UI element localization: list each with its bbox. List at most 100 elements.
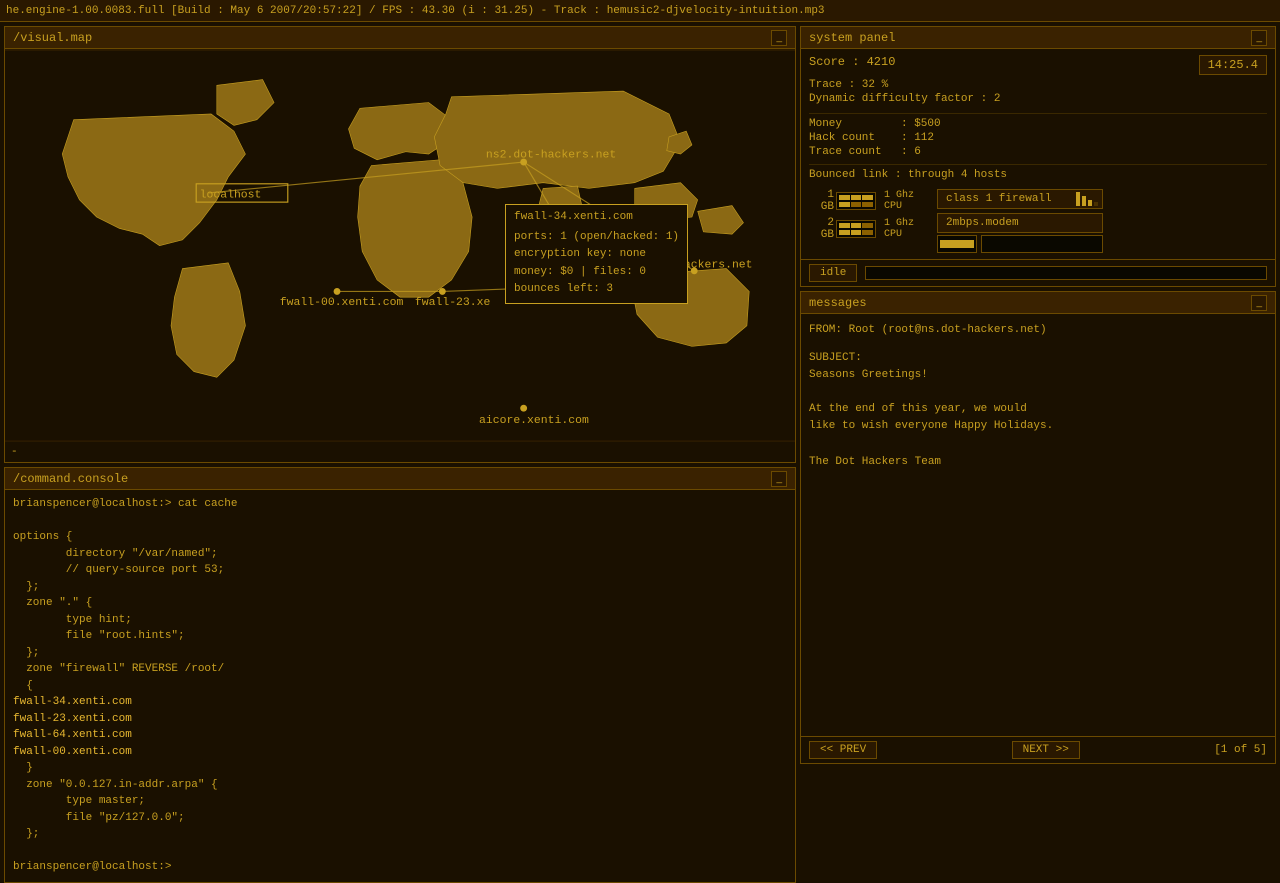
- hardware-section: 1GB: [809, 189, 1267, 253]
- hw-unit-2: 2GB: [809, 217, 929, 241]
- aicore-label: aicore.xenti.com: [479, 414, 589, 427]
- score-time-row: Score : 4210 14:25.4: [809, 55, 1267, 75]
- console-line-1: brianspencer@localhost:> cat cache: [13, 496, 787, 513]
- trace-row: Trace : 32 %: [809, 79, 1267, 91]
- console-line-fwall00[interactable]: fwall-00.xenti.com: [13, 744, 787, 761]
- time-display: 14:25.4: [1199, 55, 1267, 75]
- left-column: /visual.map _: [0, 22, 800, 768]
- visual-map-title: /visual.map: [13, 31, 92, 45]
- difficulty-row: Dynamic difficulty factor : 2: [809, 93, 1267, 105]
- modem-display-left: [937, 235, 977, 253]
- console-line-fwall23[interactable]: fwall-23.xenti.com: [13, 711, 787, 728]
- trace-count-label: Trace count: [809, 146, 889, 158]
- tooltip-encryption: encryption key: none: [514, 246, 679, 264]
- bounced-label: Bounced link : through 4 hosts: [809, 169, 1007, 181]
- trace-label: Trace : 32 %: [809, 79, 929, 91]
- ns2-label: ns2.dot-hackers.net: [486, 148, 616, 161]
- modem-section: 2mbps.modem: [937, 213, 1103, 253]
- messages-title: messages: [809, 296, 867, 310]
- system-panel-titlebar: system panel _: [801, 27, 1275, 49]
- hardware-left: 1GB: [809, 189, 929, 241]
- console-titlebar: /command.console _: [5, 468, 795, 490]
- hack-count-value: : 112: [901, 132, 934, 144]
- message-counter: [1 of 5]: [1214, 744, 1267, 756]
- console-line-9: };: [13, 645, 787, 662]
- console-line-11: {: [13, 678, 787, 695]
- tooltip-bounces: bounces left: 3: [514, 281, 679, 299]
- modem-label: 2mbps.modem: [946, 217, 1019, 229]
- map-tooltip: fwall-34.xenti.com ports: 1 (open/hacked…: [505, 204, 688, 304]
- message-from: FROM: Root (root@ns.dot-hackers.net): [809, 322, 1267, 340]
- money-row: Money : $500: [809, 118, 1267, 130]
- console-line-6: zone "." {: [13, 595, 787, 612]
- system-panel-minimize-button[interactable]: _: [1251, 30, 1267, 46]
- console-minimize-button[interactable]: _: [771, 471, 787, 487]
- firewall-bars: [1076, 192, 1098, 206]
- messages-panel: messages _ FROM: Root (root@ns.dot-hacke…: [800, 291, 1276, 764]
- main-layout: /visual.map _: [0, 22, 1280, 768]
- cpu2-label: 1 GhzCPU: [884, 218, 929, 240]
- firewall-card: class 1 firewall: [937, 189, 1103, 209]
- hardware-right: class 1 firewall 2mbps.modem: [937, 189, 1103, 253]
- console-line-5: };: [13, 579, 787, 596]
- message-body: At the end of this year, we would like t…: [809, 401, 1267, 471]
- right-column: system panel _ Score : 4210 14:25.4 Trac…: [800, 22, 1280, 768]
- console-line-blank2: [13, 843, 787, 860]
- score-label: Score : 4210: [809, 55, 895, 75]
- visual-map-minimize-button[interactable]: _: [771, 30, 787, 46]
- ram2-label: 2GB: [809, 217, 834, 241]
- console-line-3: directory "/var/named";: [13, 546, 787, 563]
- map-content: localhost ns2.dot-hackers.net ns.dot-hac…: [5, 49, 795, 442]
- tooltip-money: money: $0 | files: 0: [514, 264, 679, 282]
- console-title: /command.console: [13, 472, 128, 486]
- system-panel: system panel _ Score : 4210 14:25.4 Trac…: [800, 26, 1276, 287]
- difficulty-label: Dynamic difficulty factor : 2: [809, 93, 1000, 105]
- hack-count-label: Hack count: [809, 132, 889, 144]
- fwall23-label: fwall-23.xe: [415, 296, 491, 309]
- hack-count-row: Hack count : 112: [809, 132, 1267, 144]
- bar-3: [1088, 200, 1092, 206]
- console-line-12: }: [13, 760, 787, 777]
- firewall-label: class 1 firewall: [946, 193, 1052, 205]
- modem-display-row: [937, 235, 1103, 253]
- console-content[interactable]: brianspencer@localhost:> cat cache optio…: [5, 490, 795, 882]
- cpu1-label: 1 GhzCPU: [884, 190, 929, 212]
- tooltip-title: fwall-34.xenti.com: [514, 209, 679, 227]
- localhost-label: localhost: [200, 189, 262, 202]
- console-line-15: file "pz/127.0.0";: [13, 810, 787, 827]
- system-panel-title: system panel: [809, 31, 895, 45]
- trace-count-value: : 6: [901, 146, 921, 158]
- message-subject-label: SUBJECT:: [809, 350, 1267, 368]
- bar-4: [1094, 202, 1098, 206]
- next-message-button[interactable]: NEXT >>: [1012, 741, 1080, 759]
- ram1-bar: [836, 192, 876, 210]
- prev-message-button[interactable]: << PREV: [809, 741, 877, 759]
- modem-display-right: [981, 235, 1103, 253]
- ram2-bar: [836, 220, 876, 238]
- visual-map-titlebar: /visual.map _: [5, 27, 795, 49]
- title-text: he.engine-1.00.0083.full [Build : May 6 …: [6, 5, 825, 17]
- money-value: : $500: [901, 118, 941, 130]
- console-line-fwall64[interactable]: fwall-64.xenti.com: [13, 727, 787, 744]
- console-line-8: file "root.hints";: [13, 628, 787, 645]
- console-line-14: type master;: [13, 793, 787, 810]
- system-status-bar: idle: [801, 259, 1275, 286]
- system-panel-content: Score : 4210 14:25.4 Trace : 32 % Dynami…: [801, 49, 1275, 259]
- idle-status: idle: [809, 264, 857, 282]
- ram1-label: 1GB: [809, 189, 834, 213]
- messages-minimize-button[interactable]: _: [1251, 295, 1267, 311]
- map-status-text: -: [11, 446, 18, 458]
- visual-map-panel: /visual.map _: [4, 26, 796, 463]
- modem-card: 2mbps.modem: [937, 213, 1103, 233]
- messages-content: FROM: Root (root@ns.dot-hackers.net) SUB…: [801, 314, 1275, 736]
- messages-titlebar: messages _: [801, 292, 1275, 314]
- fwall00-label: fwall-00.xenti.com: [280, 296, 404, 309]
- console-line-10: zone "firewall" REVERSE /root/: [13, 661, 787, 678]
- title-bar: he.engine-1.00.0083.full [Build : May 6 …: [0, 0, 1280, 22]
- console-line-16: };: [13, 826, 787, 843]
- map-status-bar: -: [5, 442, 795, 462]
- hw-unit-1: 1GB: [809, 189, 929, 213]
- console-line-fwall34[interactable]: fwall-34.xenti.com: [13, 694, 787, 711]
- money-label: Money: [809, 118, 889, 130]
- tooltip-ports: ports: 1 (open/hacked: 1): [514, 229, 679, 247]
